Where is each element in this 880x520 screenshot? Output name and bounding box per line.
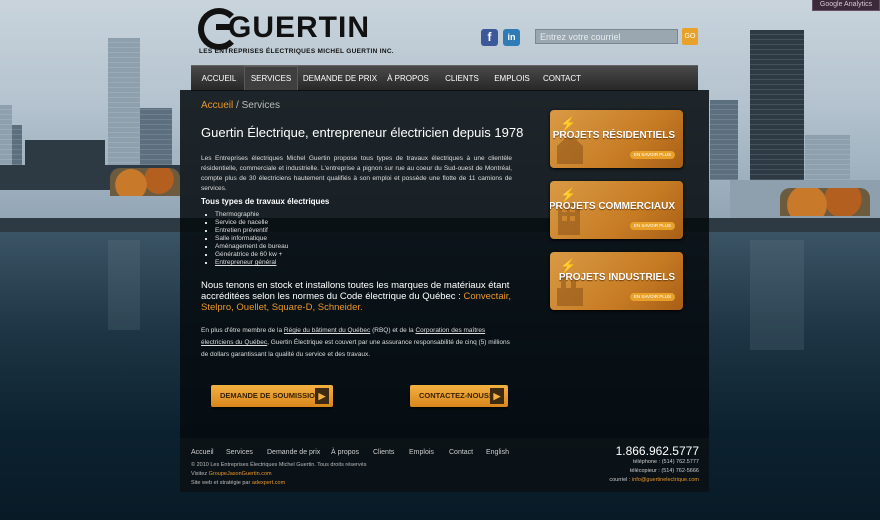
brand-link[interactable]: Stelpro, bbox=[201, 302, 234, 313]
main-nav: ACCUEIL SERVICES DEMANDE DE PRIX À PROPO… bbox=[191, 65, 698, 91]
nav-a-propos[interactable]: À PROPOS bbox=[383, 66, 433, 91]
footer-nav-contact[interactable]: Contact bbox=[449, 449, 473, 456]
logo-tagline: LES ENTREPRISES ÉLECTRIQUES MICHEL GUERT… bbox=[199, 48, 394, 55]
membership-paragraph: En plus d'être membre de la Régie du bât… bbox=[201, 327, 510, 358]
breadcrumb-current: Services bbox=[241, 100, 280, 111]
arrow-right-icon: ▶ bbox=[490, 388, 504, 404]
brand-link[interactable]: Ouellet, bbox=[236, 302, 269, 313]
list-item: Génératrice de 60 kw + bbox=[215, 251, 288, 259]
list-item: Thermographie bbox=[215, 211, 288, 219]
contact-details: téléphone : (514) 762.5777 télécopieur :… bbox=[609, 459, 699, 483]
copyright-text: © 2010 Les Entreprises Électriques Miche… bbox=[191, 462, 367, 468]
logo-wordmark: GUERTIN bbox=[228, 11, 370, 44]
nav-contact[interactable]: CONTACT bbox=[539, 66, 585, 91]
rbq-link[interactable]: Régie du bâtiment du Québec bbox=[284, 327, 370, 334]
quote-request-button[interactable]: DEMANDE DE SOUMISSION ▶ bbox=[211, 385, 333, 407]
group-site-link[interactable]: GroupeJasonGuertin.com bbox=[209, 471, 272, 477]
footer-nav-clients[interactable]: Clients bbox=[373, 449, 394, 456]
footer-nav-english[interactable]: English bbox=[486, 449, 509, 456]
arrow-right-icon: ▶ bbox=[315, 388, 329, 404]
nav-clients[interactable]: CLIENTS bbox=[440, 66, 484, 91]
list-item-link[interactable]: Entrepreneur général bbox=[215, 259, 288, 267]
project-card-industrial[interactable]: ⚡ PROJETS INDUSTRIELS EN SAVOIR PLUS bbox=[550, 252, 683, 310]
linkedin-icon[interactable]: in bbox=[503, 29, 520, 46]
learn-more-button[interactable]: EN SAVOIR PLUS bbox=[629, 222, 675, 230]
newsletter-submit-button[interactable]: GO bbox=[682, 28, 698, 45]
facebook-icon[interactable]: f bbox=[481, 29, 498, 46]
list-item: Entretien préventif bbox=[215, 227, 288, 235]
contact-us-button[interactable]: CONTACTEZ-NOUS! ▶ bbox=[410, 385, 508, 407]
fax-number: (514) 762-5666 bbox=[661, 468, 699, 474]
brands-paragraph: Nous tenons en stock et installons toute… bbox=[201, 280, 511, 313]
project-card-residential[interactable]: ⚡ PROJETS RÉSIDENTIELS EN SAVOIR PLUS bbox=[550, 110, 683, 168]
list-item: Salle informatique bbox=[215, 235, 288, 243]
project-card-commercial[interactable]: ⚡ PROJETS COMMERCIAUX EN SAVOIR PLUS bbox=[550, 181, 683, 239]
newsletter-email-input[interactable] bbox=[535, 29, 678, 44]
list-item: Aménagement de bureau bbox=[215, 243, 288, 251]
footer-nav-demande-de-prix[interactable]: Demande de prix bbox=[267, 449, 320, 456]
phone-number: 1.866.962.5777 bbox=[615, 444, 699, 458]
intro-paragraph: Les Entreprises électriques Michel Guert… bbox=[201, 155, 512, 192]
brand-link[interactable]: Schneider. bbox=[318, 302, 363, 313]
breadcrumb-home-link[interactable]: Accueil bbox=[201, 100, 233, 111]
agency-link[interactable]: adexpert.com bbox=[252, 480, 285, 486]
services-heading: Tous types de travaux électriques bbox=[201, 197, 330, 206]
breadcrumb: Accueil / Services bbox=[201, 100, 280, 111]
brand-link[interactable]: Convectair, bbox=[463, 291, 511, 302]
page-title: Guertin Électrique, entrepreneur électri… bbox=[201, 125, 524, 140]
footer-nav-services[interactable]: Services bbox=[226, 449, 253, 456]
telephone-number: (514) 762.5777 bbox=[661, 459, 699, 465]
nav-services[interactable]: SERVICES bbox=[244, 66, 298, 91]
google-analytics-badge: Google Analytics bbox=[812, 0, 880, 11]
footer-nav-a-propos[interactable]: À propos bbox=[331, 449, 359, 456]
list-item: Service de nacelle bbox=[215, 219, 288, 227]
footer-copyright-block: © 2010 Les Entreprises Électriques Miche… bbox=[191, 462, 367, 486]
email-link[interactable]: info@guertinelectrique.com bbox=[632, 477, 699, 483]
nav-emplois[interactable]: EMPLOIS bbox=[489, 66, 535, 91]
footer-nav-accueil[interactable]: Accueil bbox=[191, 449, 214, 456]
brand-link[interactable]: Square-D, bbox=[272, 302, 315, 313]
nav-demande-de-prix[interactable]: DEMANDE DE PRIX bbox=[300, 66, 380, 91]
learn-more-button[interactable]: EN SAVOIR PLUS bbox=[629, 151, 675, 159]
nav-accueil[interactable]: ACCUEIL bbox=[196, 66, 242, 91]
learn-more-button[interactable]: EN SAVOIR PLUS bbox=[629, 293, 675, 301]
company-logo[interactable]: GUERTIN LES ENTREPRISES ÉLECTRIQUES MICH… bbox=[198, 8, 394, 58]
footer-nav-emplois[interactable]: Emplois bbox=[409, 449, 434, 456]
services-list: Thermographie Service de nacelle Entreti… bbox=[205, 211, 288, 267]
